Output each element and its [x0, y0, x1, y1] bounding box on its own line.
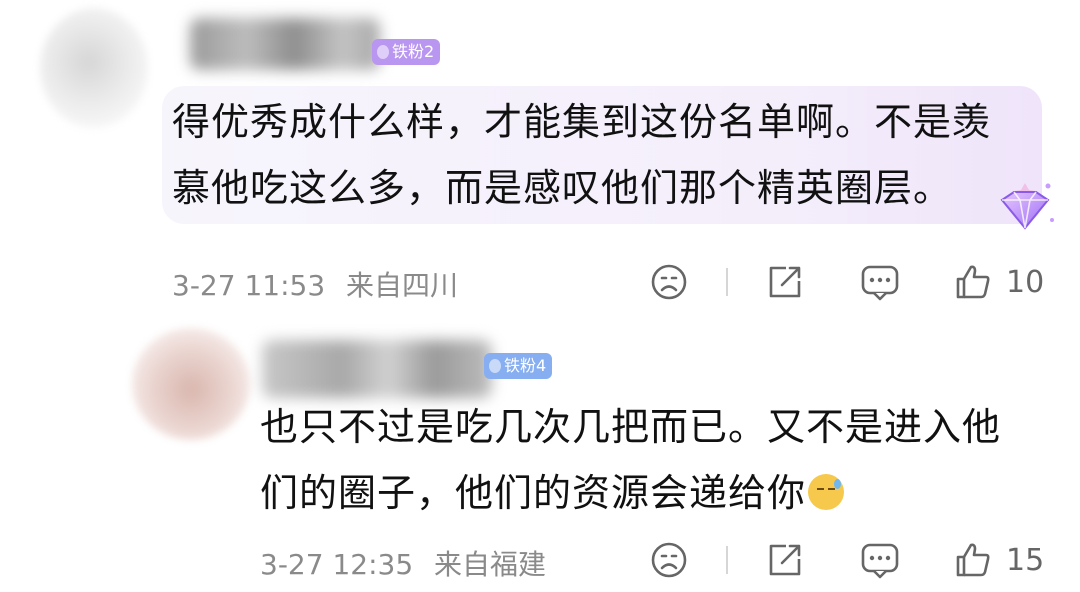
dislike-button[interactable] [650, 538, 688, 582]
share-icon [769, 544, 801, 576]
fan-badge-label: 铁粉4 [504, 356, 547, 375]
comment-item: 铁粉4 也只不过是吃几次几把而已。又不是进入他 们的圈子，他们的资源会递给你 3… [0, 310, 1080, 592]
dislike-button[interactable] [650, 260, 688, 304]
comment-icon [861, 265, 899, 301]
comment-icon [861, 543, 899, 579]
avatar[interactable] [40, 8, 148, 128]
comment-meta: 3-27 11:53 来自四川 [172, 264, 458, 304]
fan-badge-icon [489, 359, 501, 373]
reply-button[interactable] [860, 538, 900, 582]
like-count: 15 [1006, 542, 1045, 578]
comment-time: 3-27 11:53 [172, 269, 326, 302]
comment-location: 来自四川 [346, 269, 459, 302]
comment-text: 也只不过是吃几次几把而已。又不是进入他 们的圈子，他们的资源会递给你 [260, 394, 1060, 526]
comment-text-line: 得优秀成什么样，才能集到这份名单啊。不是羡 [172, 100, 992, 144]
like-button[interactable]: 15 [954, 538, 1044, 582]
avatar[interactable] [132, 328, 250, 440]
sweat-smile-emoji [808, 474, 845, 510]
username[interactable] [262, 340, 492, 398]
comment-meta: 3-27 12:35 来自福建 [260, 543, 546, 583]
share-button[interactable] [766, 538, 804, 582]
reply-button[interactable] [860, 260, 900, 304]
comment-location: 来自福建 [434, 548, 547, 581]
comment-time: 3-27 12:35 [260, 548, 414, 581]
share-button[interactable] [766, 260, 804, 304]
comment-text-line: 们的圈子，他们的资源会递给你 [260, 471, 807, 515]
comment-text-line: 慕他吃这么多，而是感叹他们那个精英圈层。 [172, 166, 953, 210]
share-icon [769, 266, 801, 298]
frown-icon [651, 542, 687, 578]
thumbs-up-icon [956, 265, 990, 299]
diamond-icon [1000, 183, 1054, 230]
frown-icon [651, 264, 687, 300]
thumbs-up-icon [956, 543, 990, 577]
divider [726, 546, 728, 574]
username[interactable] [190, 18, 380, 70]
fan-badge: 铁粉2 [372, 39, 441, 65]
comment-text: 得优秀成什么样，才能集到这份名单啊。不是羡 慕他吃这么多，而是感叹他们那个精英圈… [172, 89, 1012, 221]
divider [726, 268, 728, 296]
fan-badge-label: 铁粉2 [392, 42, 435, 61]
fan-badge-icon [377, 45, 389, 59]
like-button[interactable]: 10 [954, 260, 1044, 304]
comment-item: 铁粉2 得优秀成什么样，才能集到这份名单啊。不是羡 慕他吃这么多，而是感叹他们那… [0, 0, 1080, 310]
like-count: 10 [1006, 264, 1045, 300]
fan-badge: 铁粉4 [484, 353, 553, 379]
comment-text-line: 也只不过是吃几次几把而已。又不是进入他 [260, 405, 1002, 449]
